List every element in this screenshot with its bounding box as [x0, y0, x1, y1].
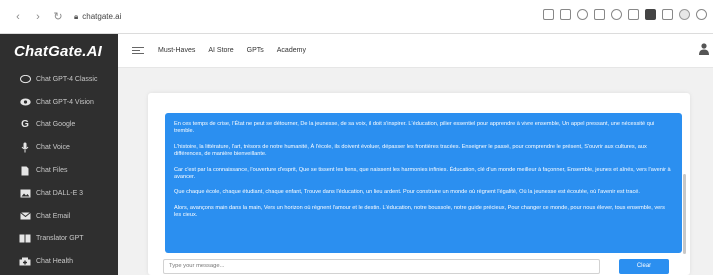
message-paragraph: L'histoire, la littérature, l'art, tréso… — [174, 143, 647, 158]
topnav-links: Must-Haves AI Store GPTs Academy — [158, 47, 319, 54]
browser-toolbar: ‹ › ↻ 🔒︎ chatgate.ai — [0, 0, 713, 34]
message-input[interactable] — [163, 258, 600, 274]
sidebar-item-chat-gpt4-classic[interactable]: Chat GPT-4 Classic — [0, 68, 118, 91]
lock-icon: 🔒︎ — [74, 11, 79, 21]
clear-button[interactable]: Clear — [619, 258, 669, 274]
sidebar-item-label: Chat GPT-4 Classic — [36, 75, 98, 83]
assistant-message: En ces temps de crise, l'État ne peut se… — [165, 113, 682, 253]
sidebar-item-label: Chat Files — [36, 167, 68, 175]
eye-icon — [19, 96, 31, 108]
play-icon[interactable] — [594, 9, 605, 20]
composer: Clear — [163, 258, 686, 274]
sidebar-item-label: Chat DALL-E 3 — [36, 189, 84, 197]
chat-scrollbar[interactable] — [683, 174, 686, 254]
shield-icon[interactable] — [611, 9, 622, 20]
nav-link-academy[interactable]: Academy — [277, 47, 306, 54]
sidebar-item-chat-email[interactable]: Chat Email — [0, 205, 118, 228]
sidebar-item-chat-health[interactable]: Chat Health — [0, 250, 118, 273]
sidebar-item-chat-dalle3[interactable]: Chat DALL-E 3 — [0, 182, 118, 205]
sidebar: ChatGate.AI Chat GPT-4 Classic Chat GPT-… — [0, 34, 118, 275]
sidebar-item-chat-files[interactable]: Chat Files — [0, 159, 118, 182]
sidebar-item-label: Chat Voice — [36, 144, 70, 152]
profile-avatar[interactable] — [679, 9, 690, 20]
message-paragraph: En ces temps de crise, l'État ne peut se… — [174, 121, 655, 135]
nav-link-must-haves[interactable]: Must-Haves — [158, 47, 195, 54]
health-icon — [19, 256, 31, 268]
top-navigation: Must-Haves AI Store GPTs Academy — [118, 34, 713, 68]
address-bar[interactable]: 🔒︎ chatgate.ai — [74, 12, 121, 22]
sidebar-item-label: Translator GPT — [36, 235, 84, 243]
brand-logo[interactable]: ChatGate.AI — [0, 34, 118, 68]
sidebar-item-translator-gpt[interactable]: Translator GPT — [0, 228, 118, 251]
url-text: chatgate.ai — [82, 12, 122, 21]
extension-icons — [537, 9, 707, 20]
extension-icon[interactable] — [628, 9, 639, 20]
nav-link-ai-store[interactable]: AI Store — [208, 47, 233, 54]
sidebar-item-chat-gpt4-vision[interactable]: Chat GPT-4 Vision — [0, 91, 118, 114]
translate-page-icon[interactable] — [543, 9, 554, 20]
media-icon[interactable] — [645, 9, 656, 20]
message-paragraph: Alors, avançons main dans la main, Vers … — [174, 204, 665, 219]
microphone-icon — [19, 142, 31, 154]
file-icon — [19, 165, 31, 177]
image-icon — [19, 187, 31, 199]
message-paragraph: Que chaque école, chaque étudiant, chaqu… — [174, 189, 640, 196]
menu-icon[interactable] — [132, 47, 144, 54]
sidebar-item-chat-google[interactable]: G Chat Google — [0, 114, 118, 137]
sidebar-item-label: Chat Health — [36, 258, 73, 266]
sidebar-item-label: Chat Google — [36, 121, 76, 129]
back-icon[interactable]: ‹ — [10, 9, 26, 25]
settings-icon[interactable] — [696, 9, 707, 20]
download-icon[interactable] — [577, 9, 588, 20]
reading-list-icon[interactable] — [662, 9, 673, 20]
envelope-icon — [19, 210, 31, 222]
user-icon[interactable] — [699, 43, 709, 55]
chat-bubble-icon — [19, 73, 31, 85]
reload-icon[interactable]: ↻ — [50, 9, 66, 25]
translate-icon — [19, 233, 31, 245]
forward-icon[interactable]: › — [30, 9, 46, 25]
sidebar-item-chat-voice[interactable]: Chat Voice — [0, 136, 118, 159]
google-icon: G — [21, 119, 29, 131]
screenshot-icon[interactable] — [560, 9, 571, 20]
message-paragraph: Car c'est par la connaissance, l'ouvertu… — [174, 166, 671, 181]
sidebar-item-label: Chat GPT-4 Vision — [36, 98, 94, 106]
chat-panel: En ces temps de crise, l'État ne peut se… — [148, 93, 690, 275]
nav-link-gpts[interactable]: GPTs — [247, 47, 264, 54]
sidebar-item-label: Chat Email — [36, 212, 71, 220]
